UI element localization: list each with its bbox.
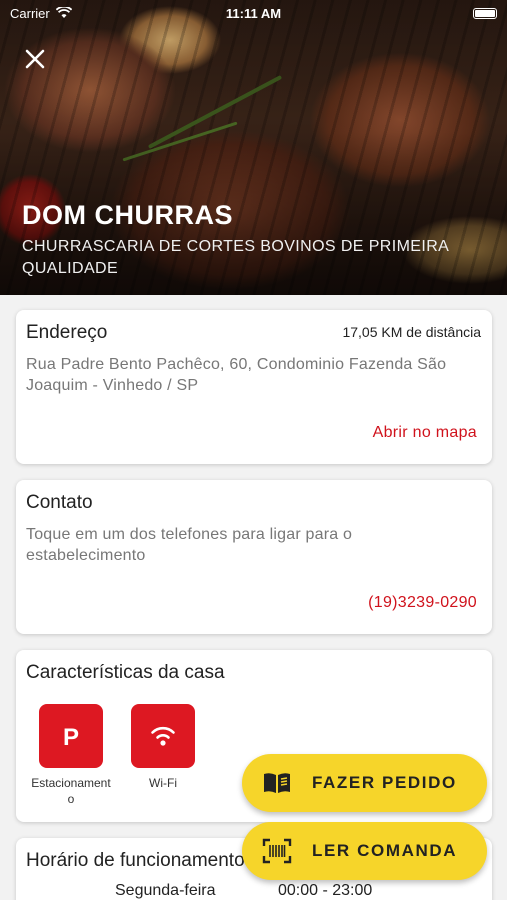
wifi-signal-icon [55,7,72,18]
battery-icon [473,7,497,19]
feature-tile: P [39,704,103,768]
address-text: Rua Padre Bento Pachêco, 60, Condominio … [26,356,447,394]
parking-icon: P [63,724,79,751]
address-title: Endereço [26,322,108,343]
contact-text: Toque em um dos telefones para ligar par… [26,526,353,564]
svg-text:P: P [63,724,79,751]
hours-time: 00:00 - 23:00 [278,882,373,899]
open-map-link[interactable]: Abrir no mapa [373,424,477,442]
feature-label: Estacionamento [31,776,111,806]
phone-link[interactable]: (19)3239-0290 [368,594,477,612]
feature-tile [131,704,195,768]
status-bar: Carrier 11:11 AM [10,4,497,22]
scan-tab-label: LER COMANDA [312,841,458,860]
menu-book-icon [264,773,290,793]
feature-wifi: Wi-Fi [123,704,203,791]
close-button[interactable] [22,46,48,72]
place-order-button[interactable]: FAZER PEDIDO [242,754,487,812]
close-icon [25,49,45,69]
distance-label: 17,05 KM de distância [342,324,481,340]
place-order-label: FAZER PEDIDO [312,773,457,792]
status-time: 11:11 AM [225,5,282,21]
carrier-label: Carrier [10,5,50,21]
hours-day: Segunda-feira [115,882,216,899]
contact-card: Contato Toque em um dos telefones para l… [16,480,492,634]
feature-parking: P Estacionamento [31,704,111,807]
restaurant-name: DOM CHURRAS [22,200,233,230]
scan-tab-button[interactable]: LER COMANDA [242,822,487,880]
hours-title: Horário de funcionamento [26,850,245,871]
wifi-icon [151,726,175,746]
contact-title: Contato [26,492,93,513]
feature-label: Wi-Fi [149,776,177,790]
address-card: Endereço 17,05 KM de distância Rua Padre… [16,310,492,464]
restaurant-description: CHURRASCARIA DE CORTES BOVINOS DE PRIMEI… [22,238,449,277]
barcode-scan-icon [262,838,292,864]
features-title: Características da casa [26,662,225,683]
